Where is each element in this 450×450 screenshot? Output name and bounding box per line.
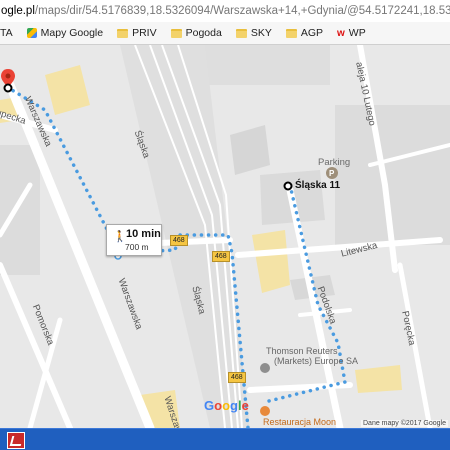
bookmark-label: SKY bbox=[250, 27, 272, 39]
bookmark-wp[interactable]: w WP bbox=[337, 27, 366, 39]
bookmark-label: PRIV bbox=[132, 27, 157, 39]
place-label[interactable]: (Markets) Europe SA bbox=[274, 356, 358, 366]
bookmark-ta[interactable]: TA bbox=[0, 27, 13, 39]
map-copyright[interactable]: Dane mapy ©2017 Google bbox=[361, 420, 448, 427]
place-label[interactable]: Restauracja Moon bbox=[263, 417, 336, 427]
folder-icon bbox=[170, 28, 182, 38]
road-shield: 468 bbox=[212, 251, 230, 262]
app-icon[interactable] bbox=[7, 432, 25, 449]
bookmark-agp[interactable]: AGP bbox=[285, 27, 324, 39]
address-bar[interactable]: ogle.pl/maps/dir/54.5176839,18.5326094/W… bbox=[0, 0, 450, 23]
map-graphics: P bbox=[0, 45, 450, 428]
route-duration: 10 min bbox=[126, 228, 161, 240]
bookmark-label: WP bbox=[348, 27, 366, 39]
folder-icon bbox=[285, 28, 297, 38]
bookmark-label: AGP bbox=[300, 27, 324, 39]
origin-marker bbox=[3, 83, 13, 93]
bookmark-label: TA bbox=[0, 27, 13, 39]
place-label[interactable]: Śląska 11 bbox=[295, 180, 340, 191]
folder-icon bbox=[235, 28, 247, 38]
taskbar bbox=[0, 428, 450, 450]
bookmark-priv[interactable]: PRIV bbox=[117, 27, 157, 39]
bookmark-sky[interactable]: SKY bbox=[235, 27, 272, 39]
folder-icon bbox=[117, 28, 129, 38]
google-maps-icon bbox=[26, 28, 37, 38]
place-label[interactable]: Parking bbox=[318, 157, 350, 168]
destination-marker bbox=[283, 181, 293, 191]
bookmark-label: Pogoda bbox=[185, 27, 222, 39]
map-canvas[interactable]: P Warszawska Warszawska Warszawska Śląsk… bbox=[0, 45, 450, 428]
url-host: ogle.pl bbox=[1, 5, 35, 17]
route-info-popup[interactable]: 🚶 10 min 700 m bbox=[106, 224, 162, 256]
url-path: /maps/dir/54.5176839,18.5326094/Warszaws… bbox=[34, 5, 450, 17]
business-icon bbox=[260, 363, 270, 373]
route-distance: 700 m bbox=[125, 242, 149, 252]
place-label[interactable]: Thomson Reuters bbox=[266, 346, 338, 356]
wp-icon: w bbox=[337, 27, 345, 39]
bookmarks-bar: TA Mapy Google PRIV Pogoda SKY AGP w WP bbox=[0, 22, 450, 45]
restaurant-icon bbox=[260, 406, 270, 416]
google-logo: Google bbox=[204, 398, 249, 413]
bookmark-label: Mapy Google bbox=[40, 27, 104, 39]
bookmark-mapy-google[interactable]: Mapy Google bbox=[26, 27, 104, 39]
url-text[interactable]: ogle.pl/maps/dir/54.5176839,18.5326094/W… bbox=[0, 5, 450, 17]
svg-text:P: P bbox=[329, 169, 335, 178]
bookmark-pogoda[interactable]: Pogoda bbox=[170, 27, 222, 39]
road-shield: 468 bbox=[170, 235, 188, 246]
road-shield: 468 bbox=[228, 372, 246, 383]
